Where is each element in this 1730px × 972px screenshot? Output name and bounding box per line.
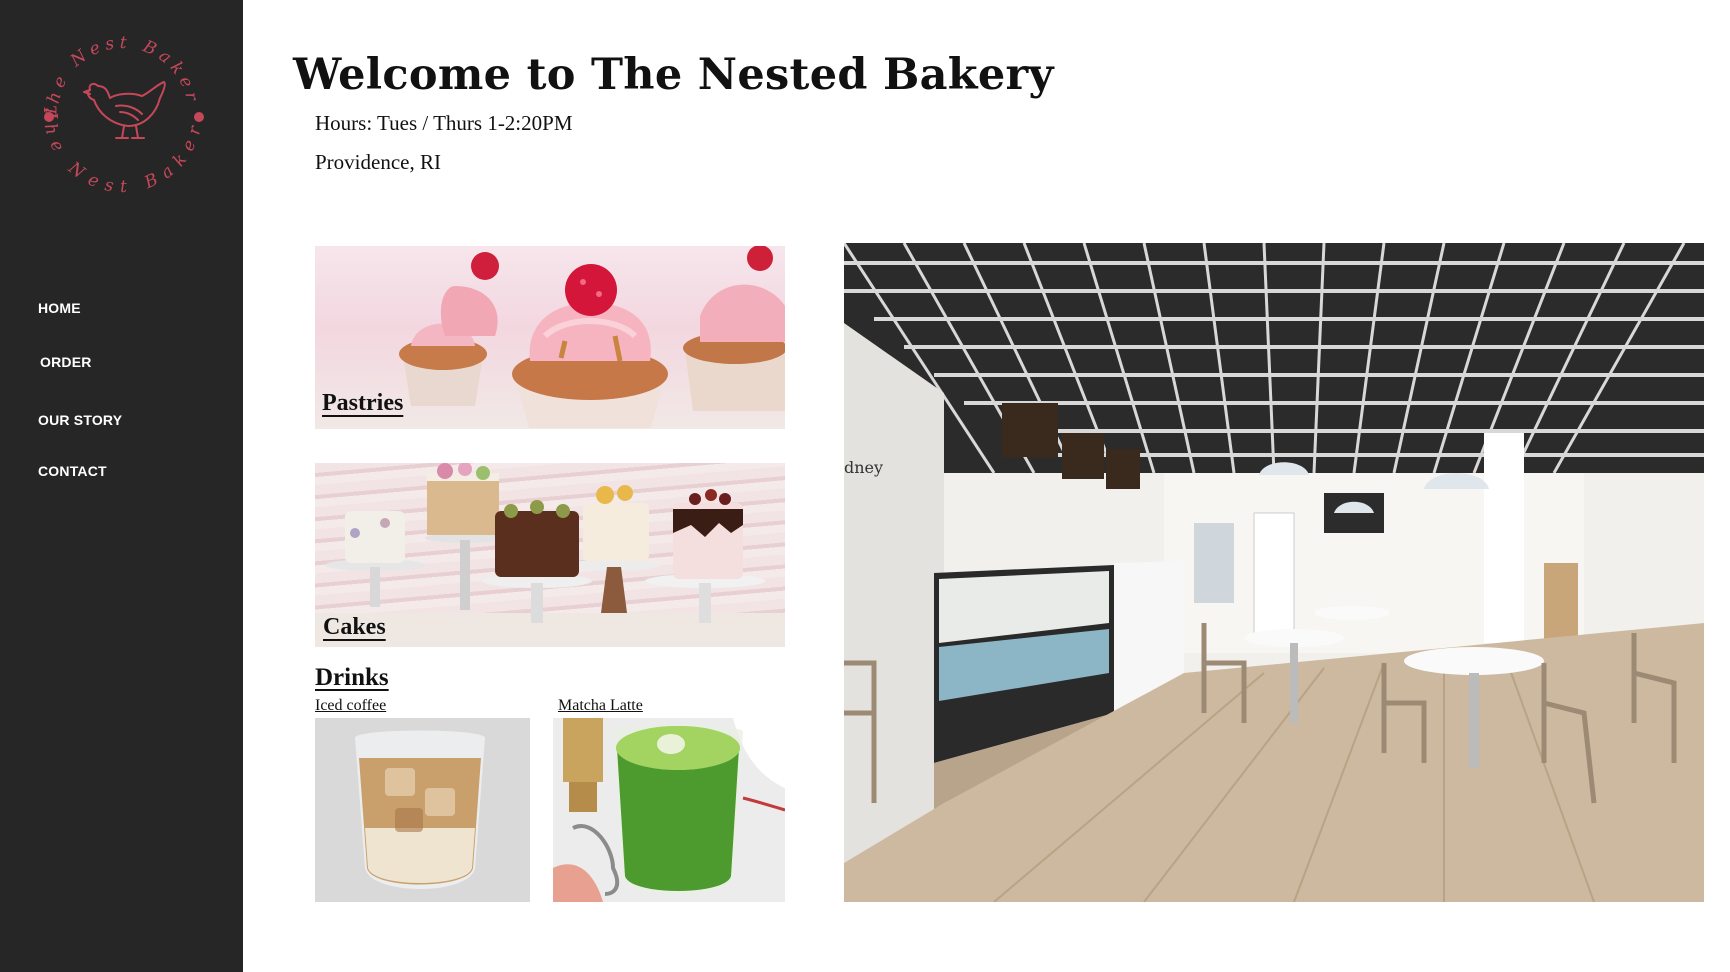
bakery-interior-photo: dney (844, 243, 1704, 902)
matcha-latte-link[interactable]: Matcha Latte (558, 697, 643, 715)
pastries-card[interactable]: Pastries (315, 246, 785, 429)
drinks-heading[interactable]: Drinks (315, 664, 389, 692)
iced-coffee-image[interactable] (315, 718, 530, 902)
cakes-label[interactable]: Cakes (323, 614, 386, 641)
page-title: Welcome to The Nested Bakery (293, 50, 1054, 100)
hen-icon (83, 81, 166, 139)
bakery-logo[interactable]: The Nest Bakery The Nest Bakery (28, 11, 210, 200)
pastries-label[interactable]: Pastries (322, 390, 403, 417)
nav-home[interactable]: HOME (38, 300, 81, 316)
matcha-latte-image[interactable] (553, 718, 785, 902)
svg-text:The Nest Bakery: The Nest Bakery (36, 26, 203, 121)
location-text: Providence, RI (315, 150, 441, 174)
nav-order[interactable]: ORDER (40, 354, 92, 370)
nav-our-story[interactable]: OUR STORY (38, 412, 122, 428)
hours-text: Hours: Tues / Thurs 1-2:20PM (315, 111, 573, 135)
nav-contact[interactable]: CONTACT (38, 463, 107, 479)
sidebar: The Nest Bakery The Nest Bakery HOME ORD… (0, 0, 243, 972)
svg-text:dney: dney (844, 458, 883, 477)
cakes-card[interactable]: Cakes (315, 463, 785, 647)
iced-coffee-link[interactable]: Iced coffee (315, 697, 386, 715)
